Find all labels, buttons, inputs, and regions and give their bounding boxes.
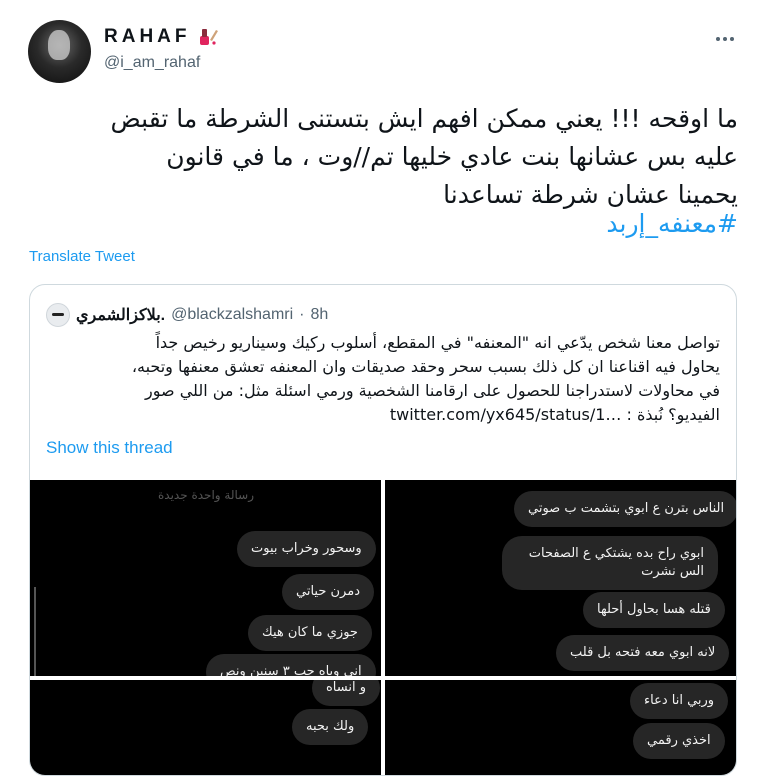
author-handle[interactable]: @i_am_rahaf [104, 54, 200, 72]
chat-bubble: اني وياه حب ٣ سنين ونص [206, 654, 376, 676]
quoted-author-name[interactable]: بلاكزالشمري. [76, 305, 165, 325]
chat-bubble: الناس بترن ع ابوي بتشمت ب صوتي [514, 491, 736, 527]
quoted-author-handle[interactable]: @blackzalshamri [171, 306, 293, 324]
chat-bubble: وسحور وخراب بيوت [237, 531, 376, 567]
show-thread-link[interactable]: Show this thread [46, 438, 173, 458]
quoted-text-line: تواصل معنا شخص يدّعي انه "المعنفه" في ال… [155, 333, 720, 352]
chat-bubble: قتله هسا بحاول أحلها [583, 592, 725, 628]
separator-dot: · [299, 306, 305, 323]
tweet-text-line: عليه بس عشانها بنت عادي خليها تم//وت ، م… [166, 142, 738, 171]
media-image-1[interactable]: رسالة واحدة جديدة وسحور وخراب بيوت دمرن … [30, 480, 381, 676]
chat-bubble: جوزي ما كان هيك [248, 615, 372, 651]
quoted-tweet-time[interactable]: 8h [310, 306, 328, 324]
quoted-tweet-header: بلاكزالشمري. @blackzalshamri · 8h [46, 303, 328, 327]
chat-bubble: و انساه [312, 680, 381, 706]
media-image-3[interactable]: و انساه ولك بحبه [30, 680, 381, 775]
media-grid[interactable]: رسالة واحدة جديدة وسحور وخراب بيوت دمرن … [30, 480, 736, 775]
quoted-text-line-start: الفيديو؟ نُبذة : [621, 405, 720, 424]
quoted-author-avatar[interactable] [46, 303, 70, 327]
nail-polish-icon [200, 29, 218, 45]
chat-bubble: اخذي رقمي [633, 723, 725, 759]
hashtag-link[interactable]: #معنفه_إربد [606, 205, 738, 243]
quoted-text-line: يحاول فيه اقناعنا ان كل ذلك بسبب سحر وحق… [131, 357, 720, 376]
author-display-name[interactable]: RAHAF [104, 26, 191, 48]
tweet-text-line: ما اوقحه !!! يعني ممكن افهم ايش بتستنى ا… [110, 104, 738, 133]
chat-bubble: دمرن حياتي [282, 574, 374, 610]
media-image-4[interactable]: وربي انا دعاء اخذي رقمي [385, 680, 736, 775]
quoted-text-line: في محاولات لاستدراجنا للحصول على ارقامنا… [145, 381, 720, 400]
quoted-tweet-text: تواصل معنا شخص يدّعي انه "المعنفه" في ال… [44, 331, 720, 427]
quoted-tweet-link[interactable]: twitter.com/yx645/status/1… [390, 405, 622, 424]
translate-tweet-link[interactable]: Translate Tweet [29, 248, 135, 265]
quoted-tweet-card[interactable]: بلاكزالشمري. @blackzalshamri · 8h تواصل … [29, 284, 737, 776]
more-options-icon[interactable] [712, 26, 738, 52]
chat-bubble: وربي انا دعاء [630, 683, 729, 719]
tweet-text: ما اوقحه !!! يعني ممكن افهم ايش بتستنى ا… [38, 100, 738, 214]
chat-bubble: لانه ابوي معه فتحه بل قلب [556, 635, 730, 671]
quoted-text-line: الفيديو؟ نُبذة : twitter.com/yx645/statu… [44, 403, 720, 427]
media-image-2[interactable]: الناس بترن ع ابوي بتشمت ب صوتي ابوي راح … [385, 480, 736, 676]
chat-bubble: ولك بحبه [292, 709, 369, 745]
new-message-header: رسالة واحدة جديدة [158, 488, 254, 502]
chat-bubble: ابوي راح بده يشتكي ع الصفحات الس نشرت [502, 536, 718, 590]
scroll-indicator [34, 587, 36, 676]
author-avatar[interactable] [28, 20, 91, 83]
